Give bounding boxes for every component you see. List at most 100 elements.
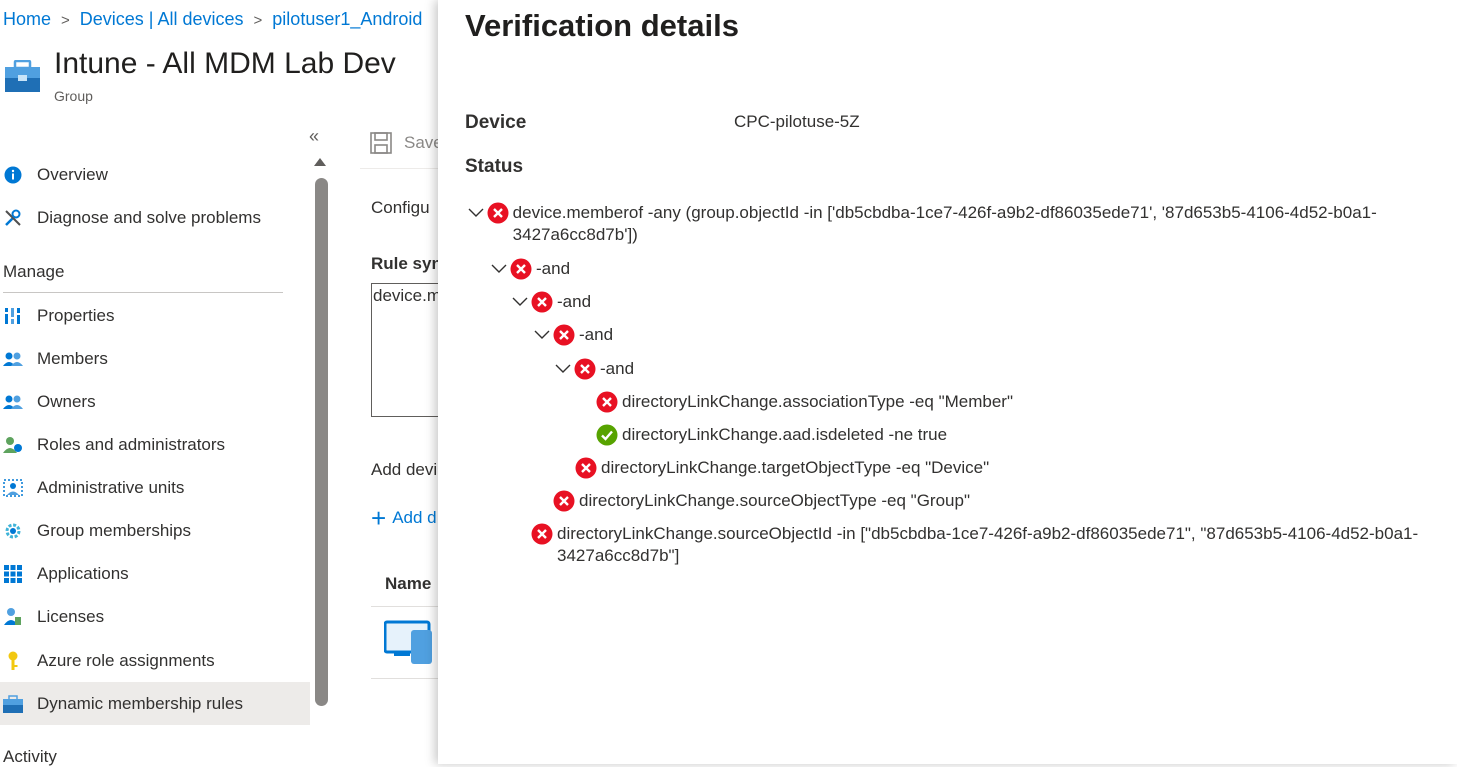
sidebar-item-administrative-units[interactable]: Administrative units (0, 466, 310, 509)
tree-node-text: directoryLinkChange.sourceObjectId -in [… (557, 524, 1419, 565)
chevron-down-icon[interactable] (554, 358, 572, 380)
wrench-icon (3, 208, 23, 228)
roles-icon (3, 435, 23, 455)
sidebar-item-members[interactable]: Members (0, 337, 310, 380)
sidebar-item-label: Members (37, 348, 108, 368)
breadcrumb-current[interactable]: pilotuser1_Android (272, 9, 422, 29)
error-circle-icon (553, 324, 575, 346)
error-circle-icon (487, 202, 509, 224)
tree-node[interactable]: -and (533, 324, 933, 346)
tree-node[interactable]: -and (490, 258, 890, 280)
collapse-sidebar-button[interactable]: « (309, 126, 319, 147)
tree-node-text: directoryLinkChange.associationType -eq … (622, 392, 1013, 411)
sidebar-item-properties[interactable]: Properties (0, 294, 310, 337)
tree-node-text: directoryLinkChange.aad.isdeleted -ne tr… (622, 425, 948, 444)
toolbox-icon (3, 694, 23, 714)
sidebar-item-applications[interactable]: Applications (0, 552, 310, 595)
sidebar-item-diagnose[interactable]: Diagnose and solve problems (0, 196, 310, 239)
error-circle-icon (531, 523, 553, 545)
grid-icon (3, 564, 23, 584)
panel-title: Verification details (465, 8, 739, 43)
plus-icon: + (371, 503, 387, 533)
licenses-icon (3, 607, 23, 627)
tree-node-text: device.memberof -any (group.objectId -in… (512, 203, 1377, 244)
sidebar-divider (3, 292, 283, 293)
sidebar-item-group-memberships[interactable]: Group memberships (0, 509, 310, 552)
key-icon (3, 651, 23, 671)
sidebar-item-azure-role-assignments[interactable]: Azure role assignments (0, 639, 310, 682)
info-icon (3, 165, 23, 185)
error-circle-icon (531, 291, 553, 313)
device-value: CPC-pilotuse-5Z (734, 112, 860, 131)
toolbox-icon (5, 60, 40, 92)
tree-node-text: directoryLinkChange.targetObjectType -eq… (601, 458, 990, 477)
tree-node[interactable]: device.memberof -any (group.objectId -in… (468, 202, 1428, 246)
sidebar-item-label: Group memberships (37, 520, 192, 540)
tree-node[interactable]: -and (554, 358, 954, 380)
sidebar-item-label: Dynamic membership rules (37, 693, 243, 713)
sidebar-item-label: Properties (37, 305, 115, 325)
sidebar-item-overview[interactable]: Overview (0, 153, 310, 196)
sidebar-heading-manage: Manage (3, 262, 65, 281)
scroll-up-arrow-icon[interactable] (314, 158, 326, 166)
add-devices-label: Add devi (371, 460, 438, 479)
breadcrumb: Home > Devices | All devices > pilotuser1_An… (3, 9, 422, 30)
tree-node: directoryLinkChange.aad.isdeleted -ne tr… (596, 424, 1196, 446)
sidebar-item-licenses[interactable]: Licenses (0, 595, 310, 638)
sidebar-heading-activity: Activity (3, 747, 57, 766)
properties-icon (3, 306, 23, 326)
save-label: Save (404, 133, 443, 152)
tree-node-text: -and (600, 359, 635, 378)
sidebar-item-roles[interactable]: Roles and administrators (0, 423, 310, 466)
sidebar-item-dynamic-membership-rules[interactable]: Dynamic membership rules (0, 682, 310, 725)
tree-node-text: directoryLinkChange.sourceObjectType -eq… (579, 491, 970, 510)
sidebar-item-label: Owners (37, 391, 96, 411)
chevron-right-icon: > (253, 12, 263, 29)
sidebar-scrollbar[interactable] (315, 178, 328, 706)
tree-node[interactable]: -and (511, 291, 911, 313)
sidebar-item-label: Overview (37, 164, 108, 184)
error-circle-icon (575, 457, 597, 479)
save-icon (370, 132, 392, 154)
chevron-right-icon: > (61, 12, 70, 29)
chevron-down-icon[interactable] (490, 258, 508, 280)
sidebar-item-label: Azure role assignments (37, 650, 215, 670)
breadcrumb-home[interactable]: Home (3, 9, 51, 29)
sidebar-item-label: Applications (37, 563, 129, 583)
check-circle-icon (596, 424, 618, 446)
error-circle-icon (553, 490, 575, 512)
add-link-label: Add d (392, 508, 437, 527)
sidebar-item-label: Administrative units (37, 477, 185, 497)
error-circle-icon (574, 358, 596, 380)
members-icon (3, 349, 23, 369)
sidebar-item-label: Roles and administrators (37, 434, 226, 454)
command-bar-divider (360, 168, 438, 169)
admin-units-icon (3, 478, 23, 498)
chevron-down-icon[interactable] (468, 202, 485, 224)
chevron-down-icon[interactable] (533, 324, 551, 346)
configure-label: Configu (371, 198, 430, 217)
error-circle-icon (596, 391, 618, 413)
save-button[interactable]: Save (370, 132, 443, 154)
sidebar-item-owners[interactable]: Owners (0, 380, 310, 423)
breadcrumb-devices[interactable]: Devices | All devices (80, 9, 244, 29)
name-column-header[interactable]: Name (385, 574, 431, 594)
tree-node: directoryLinkChange.sourceObjectType -eq… (553, 490, 1153, 512)
tree-node: directoryLinkChange.sourceObjectId -in [… (531, 523, 1451, 567)
tree-node-text: -and (536, 259, 571, 278)
error-circle-icon (510, 258, 532, 280)
tree-node: directoryLinkChange.associationType -eq … (596, 391, 1196, 413)
rule-syntax-label: Rule syn (371, 254, 442, 273)
tree-node-text: -and (557, 292, 592, 311)
sidebar-item-label: Licenses (37, 606, 105, 626)
chevron-down-icon[interactable] (511, 291, 529, 313)
device-label: Device (465, 112, 527, 133)
status-label: Status (465, 156, 524, 177)
page-subtitle: Group (54, 88, 93, 104)
page-title: Intune - All MDM Lab Dev (54, 47, 396, 80)
sidebar-item-label: Diagnose and solve problems (37, 207, 261, 227)
tree-node: directoryLinkChange.targetObjectType -eq… (575, 457, 1175, 479)
verification-details-panel: Verification details Device CPC-pilotuse… (438, 0, 1457, 764)
owners-icon (3, 392, 23, 412)
add-device-link[interactable]: + Add d (371, 503, 437, 533)
